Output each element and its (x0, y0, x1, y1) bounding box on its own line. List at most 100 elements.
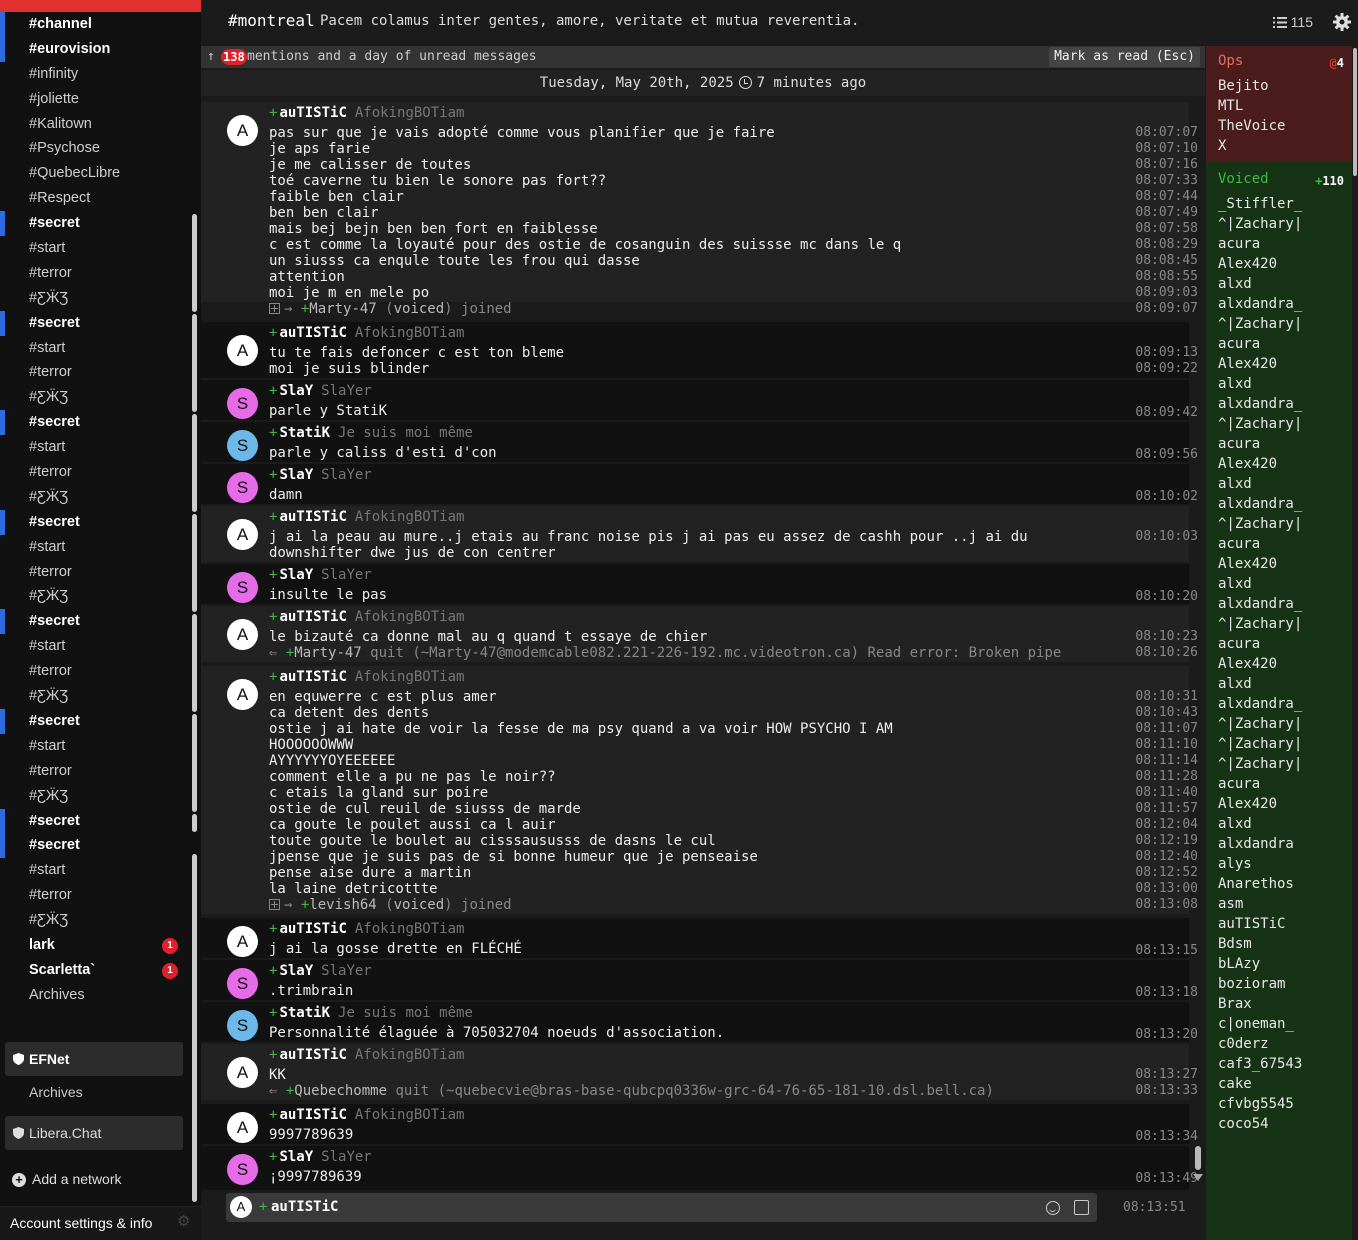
sidebar-channel[interactable]: #secret (0, 410, 190, 436)
network-libera-chat[interactable]: Libera.Chat (5, 1116, 183, 1150)
message-nick[interactable]: auTISTiC (279, 1047, 346, 1063)
sidebar-channel[interactable]: #start (0, 435, 190, 460)
userlist-voiced[interactable]: Alex420 (1218, 354, 1277, 374)
message-nick[interactable]: auTISTiC (279, 921, 346, 937)
sidebar-scrollbar[interactable] (191, 12, 199, 1202)
userlist-voiced[interactable]: Alex420 (1218, 254, 1277, 274)
sidebar-channel[interactable]: #terror (0, 261, 190, 286)
avatar[interactable]: A (227, 619, 258, 650)
userlist-voiced[interactable]: acura (1218, 234, 1260, 254)
userlist-voiced[interactable]: acura (1218, 334, 1260, 354)
message-nick[interactable]: auTISTiC (279, 669, 346, 685)
userlist-voiced[interactable]: caf3_67543 (1218, 1054, 1302, 1074)
sidebar-channel[interactable]: #secret (0, 808, 190, 834)
sidebar-channel[interactable]: Archives (0, 983, 190, 1008)
avatar[interactable]: A (227, 519, 258, 550)
message-nick[interactable]: StatiK (279, 1005, 330, 1021)
message-nick[interactable]: auTISTiC (279, 325, 346, 341)
message-nick[interactable]: auTISTiC (279, 105, 346, 121)
userlist-voiced[interactable]: acura (1218, 634, 1260, 654)
sidebar-channel[interactable]: #eurovision (0, 36, 190, 62)
userlist-voiced[interactable]: coco54 (1218, 1114, 1269, 1134)
avatar[interactable]: S (227, 1154, 258, 1185)
userlist-voiced[interactable]: alxdandra_ (1218, 394, 1302, 414)
avatar[interactable]: S (227, 472, 258, 503)
userlist-voiced[interactable]: Alex420 (1218, 554, 1277, 574)
message-nick[interactable]: SlaY (279, 383, 313, 399)
own-nick[interactable]: auTISTiC (271, 1199, 338, 1215)
sidebar-channel[interactable]: #Psychose (0, 136, 190, 161)
sidebar-channel[interactable]: #QuebecLibre (0, 161, 190, 186)
avatar[interactable]: A (227, 115, 258, 146)
avatar[interactable]: S (227, 388, 258, 419)
sidebar-channel[interactable]: #start (0, 336, 190, 361)
event-nick[interactable]: Marty-47 (309, 301, 376, 317)
sidebar-channel[interactable]: #terror (0, 659, 190, 684)
message-nick[interactable]: StatiK (279, 425, 330, 441)
sidebar-channel[interactable]: #ƸӜƷ (0, 584, 190, 609)
unread-banner[interactable]: ↑ 138 mentions and a day of unread messa… (201, 46, 1205, 68)
message-nick[interactable]: SlaY (279, 567, 313, 583)
userlist-voiced[interactable]: Alex420 (1218, 654, 1277, 674)
userlist-voiced[interactable]: asm (1218, 894, 1243, 914)
sidebar-channel[interactable]: #terror (0, 360, 190, 385)
userlist-voiced[interactable]: alxd (1218, 274, 1252, 294)
userlist-voiced[interactable]: Bdsm (1218, 934, 1252, 954)
message-nick[interactable]: SlaY (279, 467, 313, 483)
userlist-voiced[interactable]: alxd (1218, 814, 1252, 834)
sidebar-channel[interactable]: #secret (0, 609, 190, 635)
sidebar-channel[interactable]: #start (0, 734, 190, 759)
userlist-voiced[interactable]: acura (1218, 534, 1260, 554)
sidebar-channel[interactable]: #secret (0, 708, 190, 734)
userlist-voiced[interactable]: alxdandra_ (1218, 694, 1302, 714)
sidebar-channel[interactable]: #terror (0, 883, 190, 908)
userlist-voiced[interactable]: c|oneman_ (1218, 1014, 1294, 1034)
upload-icon[interactable] (1074, 1200, 1089, 1215)
userlist-voiced[interactable]: ^|Zachary| (1218, 314, 1302, 334)
sidebar-channel[interactable]: #ƸӜƷ (0, 684, 190, 709)
sidebar-channel[interactable]: #terror (0, 560, 190, 585)
userlist-voiced[interactable]: Alex420 (1218, 794, 1277, 814)
sidebar-channel[interactable]: Scarletta` 1 (0, 958, 190, 983)
userlist-voiced[interactable]: bLAzy (1218, 954, 1260, 974)
avatar[interactable]: A (227, 1112, 258, 1143)
sidebar-channel[interactable]: #terror (0, 759, 190, 784)
userlist-voiced[interactable]: ^|Zachary| (1218, 414, 1302, 434)
userlist-voiced[interactable]: alxdandra_ (1218, 494, 1302, 514)
userlist-voiced[interactable]: ^|Zachary| (1218, 614, 1302, 634)
userlist-voiced[interactable]: ^|Zachary| (1218, 514, 1302, 534)
userlist-voiced[interactable]: acura (1218, 434, 1260, 454)
channel-topic[interactable]: Pacem colamus inter gentes, amore, verit… (320, 13, 859, 29)
sidebar-channel[interactable]: #secret (0, 211, 190, 236)
sidebar-channel[interactable]: #secret (0, 509, 190, 535)
message-nick[interactable]: auTISTiC (279, 1107, 346, 1123)
userlist-op[interactable]: TheVoice (1218, 116, 1285, 136)
userlist-voiced[interactable]: acura (1218, 774, 1260, 794)
avatar[interactable]: A (227, 926, 258, 957)
userlist-voiced[interactable]: alys (1218, 854, 1252, 874)
userlist-op[interactable]: X (1218, 136, 1226, 156)
sidebar-channel[interactable]: #joliette (0, 87, 190, 112)
sidebar-channel[interactable]: #ƸӜƷ (0, 908, 190, 933)
avatar[interactable]: S (227, 430, 258, 461)
userlist-voiced[interactable]: cfvbg5545 (1218, 1094, 1294, 1114)
mark-as-read-button[interactable]: Mark as read (Esc) (1049, 47, 1200, 67)
expand-icon[interactable] (269, 899, 280, 910)
sidebar-channel[interactable]: #channel (0, 12, 190, 37)
userlist-voiced[interactable]: alxdandra_ (1218, 294, 1302, 314)
sidebar-channel[interactable]: #start (0, 236, 190, 261)
sidebar-channel[interactable]: #start (0, 858, 190, 883)
sidebar-channel[interactable]: #terror (0, 460, 190, 485)
userlist-voiced[interactable]: auTISTiC (1218, 914, 1285, 934)
add-network-button[interactable]: + Add a network (12, 1171, 122, 1187)
expand-icon[interactable] (269, 303, 280, 314)
network-efnet[interactable]: EFNet (5, 1042, 183, 1076)
sidebar-channel[interactable]: lark 1 (0, 933, 190, 958)
userlist-voiced[interactable]: ^|Zachary| (1218, 734, 1302, 754)
userlist-voiced[interactable]: alxd (1218, 674, 1252, 694)
userlist-voiced[interactable]: cake (1218, 1074, 1252, 1094)
message-nick[interactable]: SlaY (279, 1149, 313, 1165)
efnet-archives-link[interactable]: Archives (29, 1084, 83, 1100)
sidebar-channel[interactable]: #ƸӜƷ (0, 784, 190, 809)
sidebar-channel[interactable]: #ƸӜƷ (0, 485, 190, 510)
